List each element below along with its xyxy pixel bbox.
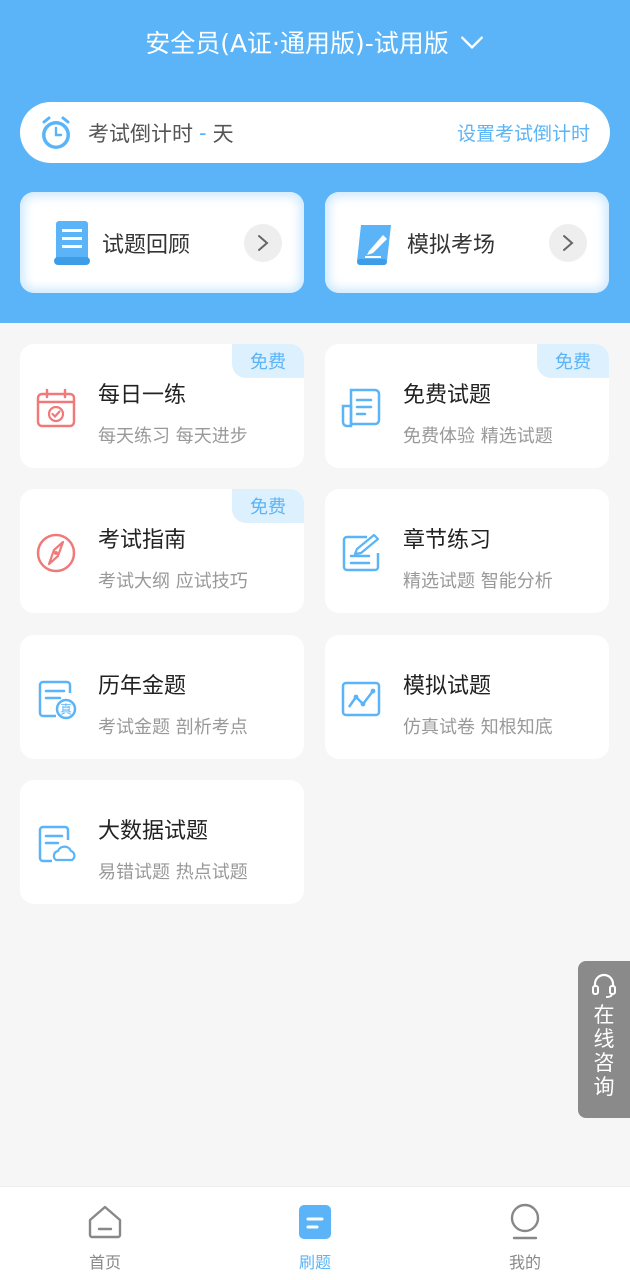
alarm-clock-icon [42,116,70,149]
set-countdown-link[interactable]: 设置考试倒计时 [457,119,590,146]
real-exam-icon: 真 [38,680,77,720]
bottom-tab-bar: 首页 刷题 我的 [0,1186,630,1280]
card-title: 模拟试题 [403,674,492,699]
countdown-label: 考试倒计时 [88,121,193,146]
tab-home-label: 首页 [88,1253,121,1272]
calendar-check-icon [36,388,76,428]
chevron-right-icon [549,223,587,262]
tab-mine-label: 我的 [508,1253,541,1272]
chapter-practice-card[interactable]: 章节练习 精选试题 智能分析 [325,489,609,613]
card-subtitle: 仿真试卷 知根知底 [403,717,553,738]
mock-questions-card[interactable]: 模拟试题 仿真试卷 知根知底 [325,635,609,759]
document-icon [341,388,381,428]
compass-icon [36,533,76,573]
exam-countdown-bar: 考试倒计时 - 天 设置考试倒计时 [20,102,610,163]
scroll-icon [54,220,90,265]
free-badge: 免费 [232,344,304,378]
home-icon [88,1205,122,1239]
card-subtitle: 易错试题 热点试题 [98,862,248,883]
chevron-right-icon [244,223,282,262]
question-review-label: 试题回顾 [102,232,191,258]
big-data-questions-card[interactable]: 大数据试题 易错试题 热点试题 [20,780,304,904]
online-consult-label: 在线咨询 [593,1003,615,1099]
card-title: 章节练习 [403,528,492,553]
card-subtitle: 考试大纲 应试技巧 [98,571,248,592]
edit-list-icon [342,533,380,572]
line-chart-icon [341,681,381,717]
card-subtitle: 每天练习 每天进步 [98,426,248,447]
card-title: 历年金题 [98,674,187,699]
card-title: 考试指南 [98,528,187,553]
free-badge: 免费 [537,344,609,378]
past-questions-card[interactable]: 真 历年金题 考试金题 剖析考点 [20,635,304,759]
card-title: 免费试题 [403,383,492,408]
mock-exam-label: 模拟考场 [407,232,496,258]
tab-practice[interactable]: 刷题 [210,1187,420,1280]
user-icon [510,1203,540,1240]
tab-home[interactable]: 首页 [0,1187,210,1280]
online-consult-button[interactable]: 在线咨询 [578,961,630,1118]
exam-title: 安全员(A证·通用版)-试用版 [145,29,449,58]
mock-exam-button[interactable]: 模拟考场 [325,192,609,293]
exam-guide-card[interactable]: 免费 考试指南 考试大纲 应试技巧 [20,489,304,613]
card-title: 每日一练 [98,383,187,408]
pen-paper-icon [357,224,391,265]
countdown-dash: - [199,120,207,145]
tab-practice-label: 刷题 [298,1253,331,1272]
daily-practice-card[interactable]: 免费 每日一练 每天练习 每天进步 [20,344,304,468]
card-subtitle: 考试金题 剖析考点 [98,717,248,738]
card-subtitle: 免费体验 精选试题 [403,426,553,447]
countdown-value: 天 [212,121,234,146]
practice-icon [299,1205,331,1239]
card-subtitle: 精选试题 智能分析 [403,571,553,592]
free-badge: 免费 [232,489,304,523]
free-questions-card[interactable]: 免费 免费试题 免费体验 精选试题 [325,344,609,468]
svg-text:真: 真 [60,703,72,717]
cloud-doc-icon [38,825,76,863]
question-review-button[interactable]: 试题回顾 [20,192,304,293]
exam-selector[interactable]: 安全员(A证·通用版)-试用版 [0,22,630,62]
card-title: 大数据试题 [98,819,209,844]
header-banner: 安全员(A证·通用版)-试用版 考试倒计时 - 天 设置考试倒计时 试题回顾 模… [0,0,630,323]
tab-mine[interactable]: 我的 [420,1187,630,1280]
chevron-down-icon [460,36,483,49]
headset-icon [592,973,616,998]
